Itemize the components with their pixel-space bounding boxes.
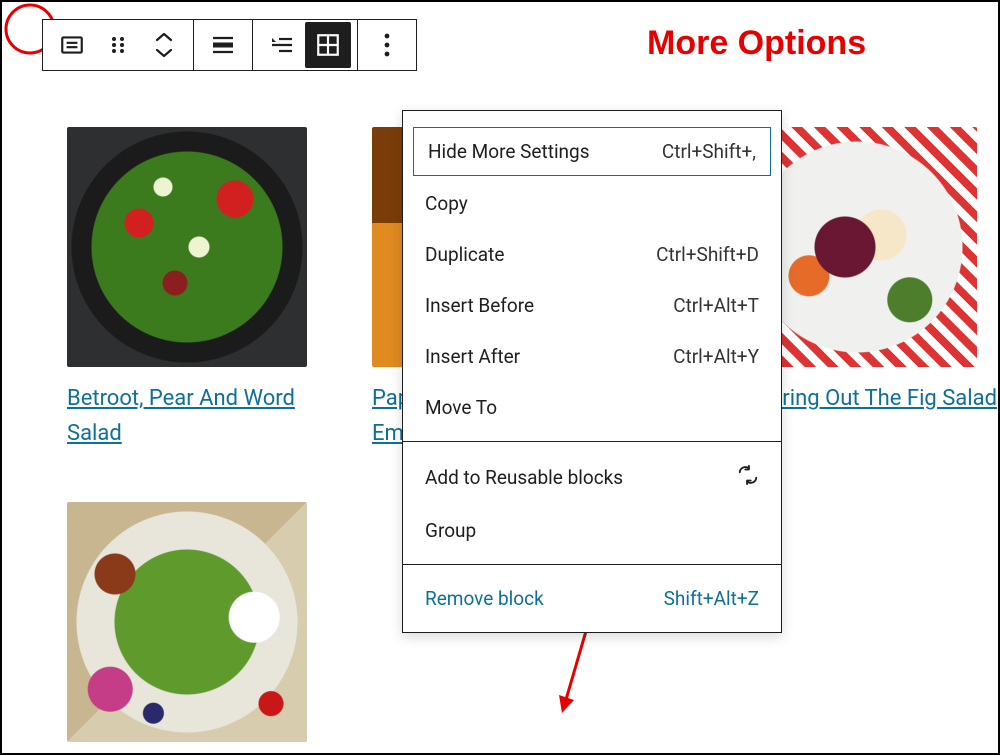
post-card (67, 502, 307, 742)
post-thumbnail[interactable] (67, 127, 307, 367)
post-title-link[interactable]: Betroot, Pear And Word Salad (67, 381, 307, 451)
drag-handle-button[interactable] (95, 22, 141, 68)
menu-item-label: Move To (425, 396, 497, 419)
menu-item-insert-after[interactable]: Insert After Ctrl+Alt+Y (403, 331, 781, 382)
menu-item-label: Remove block (425, 587, 544, 610)
menu-item-copy[interactable]: Copy (403, 178, 781, 229)
menu-item-shortcut: Ctrl+Alt+Y (673, 345, 759, 368)
menu-item-remove-block[interactable]: Remove block Shift+Alt+Z (403, 573, 781, 624)
post-thumbnail[interactable] (67, 502, 307, 742)
menu-item-group[interactable]: Group (403, 505, 781, 556)
align-button[interactable] (200, 22, 246, 68)
menu-item-label: Insert After (425, 345, 520, 368)
indent-button[interactable] (259, 22, 305, 68)
menu-item-label: Duplicate (425, 243, 504, 266)
menu-item-hide-more-settings[interactable]: Hide More Settings Ctrl+Shift+, (413, 127, 771, 176)
list-view-button[interactable] (49, 22, 95, 68)
menu-item-insert-before[interactable]: Insert Before Ctrl+Alt+T (403, 280, 781, 331)
reusable-icon (737, 464, 759, 491)
block-toolbar (42, 19, 417, 71)
menu-item-shortcut: Ctrl+Shift+D (656, 243, 759, 266)
menu-item-label: Copy (425, 192, 468, 215)
menu-item-label: Add to Reusable blocks (425, 466, 623, 489)
menu-item-move-to[interactable]: Move To (403, 382, 781, 433)
more-options-button[interactable] (364, 22, 410, 68)
menu-item-label: Group (425, 519, 476, 542)
menu-item-label: Hide More Settings (428, 140, 590, 163)
menu-item-duplicate[interactable]: Duplicate Ctrl+Shift+D (403, 229, 781, 280)
menu-item-shortcut: Ctrl+Alt+T (673, 294, 759, 317)
menu-item-shortcut: Ctrl+Shift+, (662, 140, 756, 163)
post-card: Betroot, Pear And Word Salad (67, 127, 307, 451)
move-up-down-button[interactable] (141, 22, 187, 68)
annotation-label: More Options (647, 24, 866, 63)
editor-frame: Betroot, Pear And Word Salad Paper Light… (0, 0, 1000, 755)
menu-item-shortcut: Shift+Alt+Z (664, 587, 759, 610)
menu-item-label: Insert Before (425, 294, 534, 317)
grid-view-button[interactable] (305, 22, 351, 68)
menu-item-add-reusable[interactable]: Add to Reusable blocks (403, 450, 781, 505)
more-options-menu: Hide More Settings Ctrl+Shift+, Copy Dup… (402, 110, 782, 633)
